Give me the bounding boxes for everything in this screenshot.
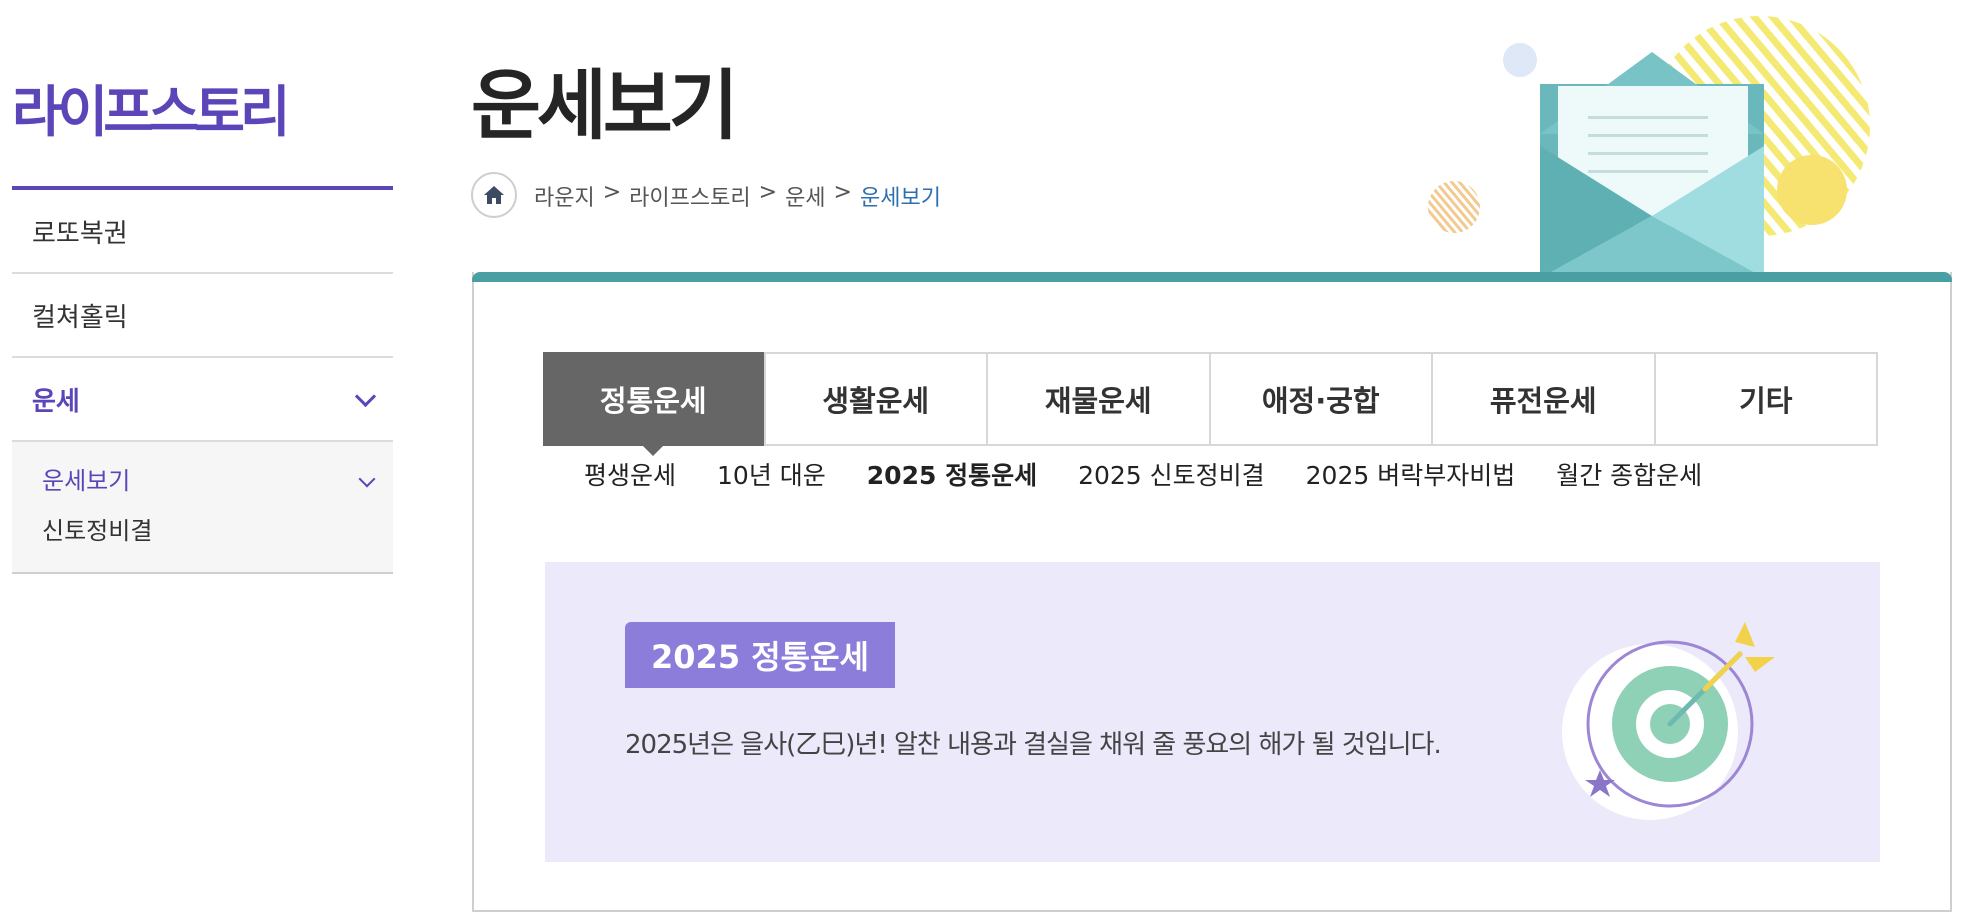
page-title: 운세보기 [471,61,739,150]
breadcrumb-separator: > [602,180,622,205]
banner-description: 2025년은 을사(乙巳)년! 알찬 내용과 결실을 채워 줄 풍요의 해가 될… [625,730,1442,760]
breadcrumb-item[interactable]: 운세 [785,180,825,212]
subtab-lifetime[interactable]: 평생운세 [584,456,676,492]
home-button[interactable] [471,172,517,218]
sidebar-submenu: 운세보기 신토정비결 [12,442,393,574]
tab-etc[interactable]: 기타 [1653,354,1877,444]
breadcrumb-item[interactable]: 라운지 [534,180,595,212]
sidebar-item-label: 컬쳐홀릭 [32,302,128,333]
sidebar-subitem-label: 신토정비결 [42,517,153,545]
subtab-monthly[interactable]: 월간 종합운세 [1556,456,1702,492]
chevron-down-icon [358,470,376,488]
sidebar-item-lotto[interactable]: 로또복권 [12,190,393,274]
sidebar-item-label: 운세 [32,386,80,417]
target-illustration [1562,622,1775,820]
breadcrumb-current: 운세보기 [859,186,941,211]
sidebar-subitem-fortune-view[interactable]: 운세보기 [42,456,393,506]
fortune-banner: 2025 정통운세 2025년은 을사(乙巳)년! 알찬 내용과 결실을 채워 … [545,562,1880,862]
breadcrumb: 라운지 > 라이프스토리 > 운세 > 운세보기 [534,180,941,212]
subtab-2025-traditional[interactable]: 2025 정통운세 [867,456,1037,492]
chevron-down-icon [354,385,377,408]
subtab-2025-sudden-wealth[interactable]: 2025 벼락부자비법 [1306,456,1516,492]
tab-traditional-fortune[interactable]: 정통운세 [543,352,764,456]
banner-badge: 2025 정통운세 [625,622,895,688]
tab-love-compatibility[interactable]: 애정·궁합 [1208,354,1432,444]
sidebar-item-label: 로또복권 [32,218,128,249]
breadcrumb-item[interactable]: 라이프스토리 [629,180,750,212]
breadcrumb-separator: > [833,180,852,205]
tab-life-fortune[interactable]: 생활운세 [763,354,987,444]
sidebar-item-culture[interactable]: 컬쳐홀릭 [12,274,393,358]
sub-tabs: 평생운세 10년 대운 2025 정통운세 2025 신토정비결 2025 벼락… [584,456,1702,492]
breadcrumb-separator: > [758,180,778,205]
home-icon [484,186,504,204]
sidebar-nav: 로또복권 컬쳐홀릭 운세 운세보기 신토정비결 [12,186,393,574]
sidebar-subitem-tojeong[interactable]: 신토정비결 [42,506,393,556]
category-tabs: 정통운세 생활운세 재물운세 애정·궁합 퓨전운세 기타 [543,352,1878,456]
sidebar-subitem-label: 운세보기 [42,467,131,495]
subtab-10-year[interactable]: 10년 대운 [717,456,826,492]
tab-wealth-fortune[interactable]: 재물운세 [986,354,1209,444]
panel-accent-bar [472,272,1952,282]
subtab-2025-tojeong[interactable]: 2025 신토정비결 [1078,456,1265,492]
sidebar-title: 라이프스토리 [12,80,291,144]
envelope-illustration [1428,16,1870,278]
tab-fusion-fortune[interactable]: 퓨전운세 [1431,354,1654,444]
sidebar-item-fortune[interactable]: 운세 [12,358,393,442]
